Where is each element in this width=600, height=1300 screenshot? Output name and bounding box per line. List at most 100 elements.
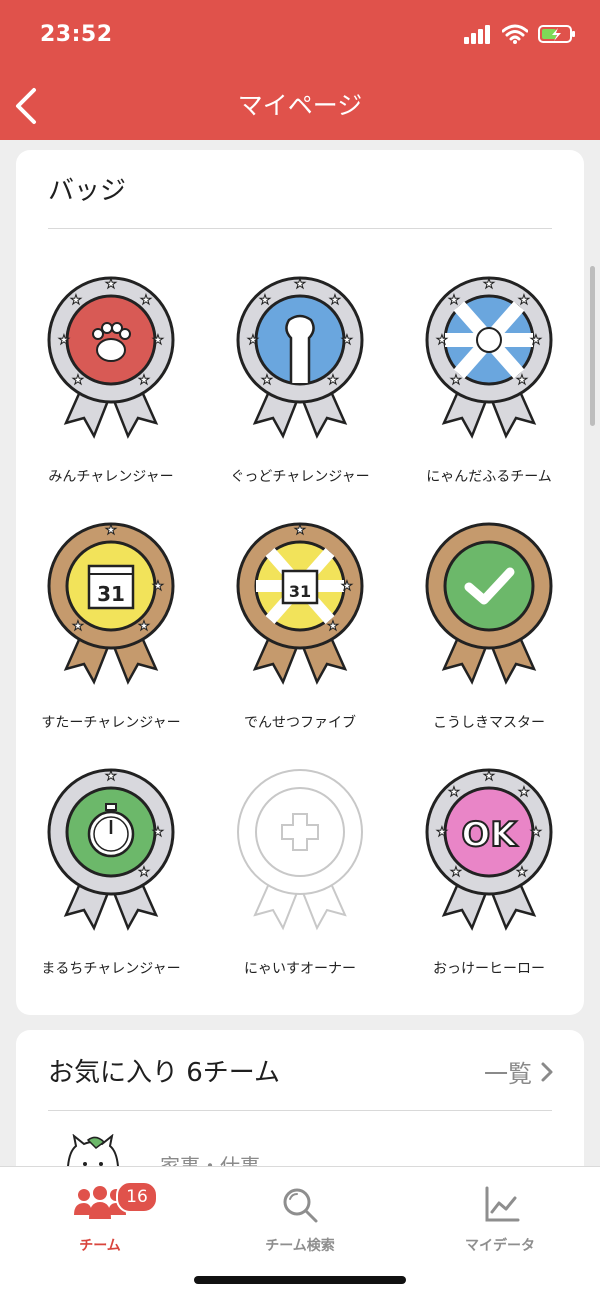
svg-text:★: ★	[436, 333, 448, 348]
svg-text:★: ★	[261, 373, 273, 388]
badge-densetsufive[interactable]: 31 ★ ★ ★ でんせつファイブ	[205, 514, 395, 744]
badge-starchallenger[interactable]: 31 ★ ★ ★ ★ すたーチャレンジャー	[16, 514, 206, 744]
calendar-medal-icon: 31 ★ ★ ★ ★	[47, 522, 175, 685]
tab-label: マイデータ	[465, 1238, 535, 1254]
home-indicator	[194, 1276, 406, 1284]
svg-text:★: ★	[327, 373, 339, 388]
divider	[48, 1110, 552, 1111]
tab-label: チーム検索	[265, 1238, 335, 1254]
svg-text:★: ★	[152, 333, 164, 348]
divider	[48, 228, 552, 229]
badge-goodchallenger[interactable]: ★ ★ ★ ★ ★ ★ ★ ぐっどチャレンジャー	[205, 268, 395, 498]
badge-label: すたーチャレンジャー	[41, 715, 181, 731]
chart-icon	[485, 1186, 520, 1222]
search-icon	[283, 1188, 318, 1223]
badge-nyaisuowner[interactable]: にゃいすオーナー	[205, 760, 395, 990]
ok-text: OK	[461, 815, 518, 855]
svg-text:★: ★	[294, 523, 306, 538]
svg-text:★: ★	[152, 825, 164, 840]
paw-medal-icon: ★ ★ ★ ★ ★ ★ ★	[47, 276, 175, 439]
badges-section-title: バッジ	[48, 176, 127, 206]
scrollbar[interactable]	[590, 266, 595, 426]
svg-text:★: ★	[140, 293, 152, 308]
team-paws-medal-icon: ★ ★ ★ ★ ★ ★ ★	[425, 276, 553, 439]
scroll-content[interactable]: バッジ ★ ★ ★ ★ ★ ★ ★ みんチャレンジャー ★ ★ ★ ★ ★ ★ …	[0, 140, 600, 1166]
svg-text:★: ★	[105, 277, 117, 292]
favorite-team-row[interactable]: 家事・仕事	[48, 1126, 548, 1166]
badge-label: おっけーヒーロー	[433, 961, 545, 977]
tab-team-search[interactable]: チーム検索	[200, 1177, 400, 1257]
battery-icon	[538, 25, 575, 43]
status-bar: 23:52	[0, 0, 600, 70]
svg-text:★: ★	[518, 785, 530, 800]
svg-text:★: ★	[138, 865, 150, 880]
badges-card: バッジ ★ ★ ★ ★ ★ ★ ★ みんチャレンジャー ★ ★ ★ ★ ★ ★ …	[16, 150, 584, 1015]
svg-text:★: ★	[294, 277, 306, 292]
badge-maruchichallenger[interactable]: ★ ★ ★ まるちチャレンジャー	[16, 760, 206, 990]
badge-okhero[interactable]: OK ★ ★ ★ ★ ★ ★ ★ おっけーヒーロー	[394, 760, 584, 990]
svg-text:★: ★	[152, 579, 164, 594]
svg-text:★: ★	[341, 333, 353, 348]
calendar-number: 31	[289, 582, 311, 601]
page-title: マイページ	[237, 91, 363, 120]
tab-team[interactable]: 16 チーム	[0, 1177, 200, 1257]
cat-avatar-icon	[67, 1134, 119, 1166]
calendar-number: 31	[97, 582, 125, 606]
favorites-title: お気に入り 6チーム	[48, 1058, 281, 1088]
svg-text:★: ★	[259, 293, 271, 308]
cat-paw-medal-icon: ★ ★ ★ ★ ★ ★ ★	[236, 276, 364, 439]
svg-text:★: ★	[327, 619, 339, 634]
svg-text:★: ★	[105, 769, 117, 784]
svg-text:★: ★	[72, 373, 84, 388]
badge-label: ぐっどチャレンジャー	[230, 469, 370, 485]
svg-text:★: ★	[70, 293, 82, 308]
badge-label: でんせつファイブ	[244, 715, 356, 731]
check-medal-icon	[425, 522, 553, 685]
nav-bar: マイページ	[0, 70, 600, 140]
svg-text:★: ★	[138, 373, 150, 388]
ok-medal-icon: OK ★ ★ ★ ★ ★ ★ ★	[425, 768, 553, 931]
svg-text:★: ★	[341, 579, 353, 594]
svg-text:★: ★	[518, 293, 530, 308]
svg-text:★: ★	[450, 865, 462, 880]
svg-text:★: ★	[516, 373, 528, 388]
tab-label: チーム	[79, 1238, 121, 1254]
badge-minchallenger[interactable]: ★ ★ ★ ★ ★ ★ ★ みんチャレンジャー	[16, 268, 206, 498]
favorites-list-link[interactable]: 一覧	[484, 1054, 554, 1089]
svg-text:★: ★	[530, 333, 542, 348]
status-time: 23:52	[40, 22, 113, 47]
favorites-list-label: 一覧	[484, 1060, 532, 1088]
svg-text:★: ★	[448, 785, 460, 800]
svg-text:★: ★	[448, 293, 460, 308]
svg-text:★: ★	[329, 293, 341, 308]
badge-label: みんチャレンジャー	[48, 469, 174, 485]
favorites-card: お気に入り 6チーム 一覧 家事・仕事	[16, 1030, 584, 1166]
svg-text:★: ★	[530, 825, 542, 840]
svg-text:★: ★	[450, 373, 462, 388]
status-icons	[464, 24, 576, 44]
chevron-right-icon	[541, 1062, 553, 1081]
badge-koushikimaster[interactable]: こうしきマスター	[394, 514, 584, 744]
badge-label: にゃんだふるチーム	[426, 469, 552, 485]
badge-label: にゃいすオーナー	[244, 961, 356, 977]
svg-text:★: ★	[72, 619, 84, 634]
team-category: 家事・仕事	[160, 1154, 260, 1166]
wifi-icon	[502, 24, 528, 44]
signal-icon	[464, 25, 490, 44]
notification-badge: 16	[116, 1181, 158, 1213]
svg-text:★: ★	[483, 277, 495, 292]
tab-my-data[interactable]: マイデータ	[400, 1177, 600, 1257]
svg-text:★: ★	[138, 619, 150, 634]
calendar-team-medal-icon: 31 ★ ★ ★	[236, 522, 364, 685]
svg-text:★: ★	[483, 769, 495, 784]
stopwatch-medal-icon: ★ ★ ★	[47, 768, 175, 931]
badge-nyandafulteam[interactable]: ★ ★ ★ ★ ★ ★ ★ にゃんだふるチーム	[394, 268, 584, 498]
svg-text:★: ★	[105, 523, 117, 538]
badge-label: まるちチャレンジャー	[41, 961, 181, 977]
plus-medal-locked-icon	[237, 769, 363, 931]
svg-text:★: ★	[436, 825, 448, 840]
badge-label: こうしきマスター	[433, 715, 545, 731]
svg-text:★: ★	[516, 865, 528, 880]
svg-text:★: ★	[247, 333, 259, 348]
svg-text:★: ★	[58, 333, 70, 348]
